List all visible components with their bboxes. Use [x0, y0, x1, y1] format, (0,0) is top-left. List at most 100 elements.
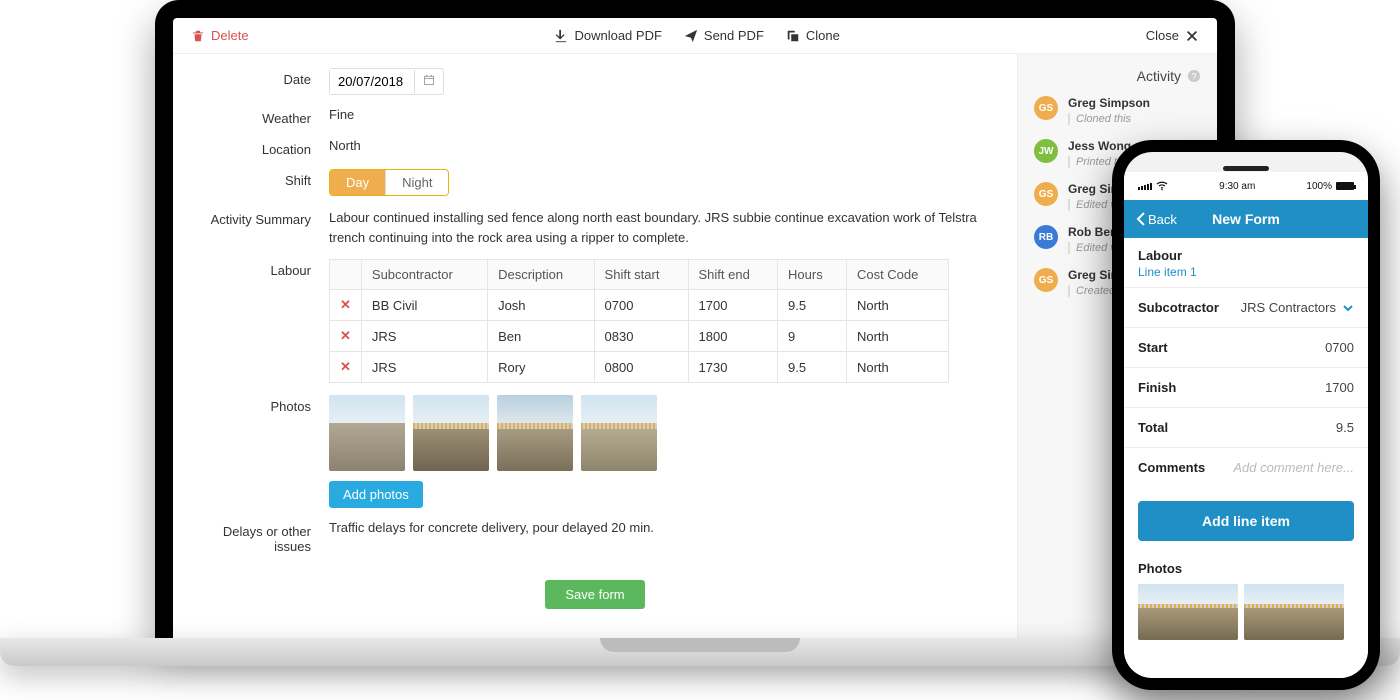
- start-value: 0700: [1325, 340, 1354, 355]
- labour-cell: JRS: [361, 352, 487, 383]
- labour-cell: North: [846, 290, 948, 321]
- close-button[interactable]: Close: [1146, 28, 1199, 43]
- signal-icon: [1138, 183, 1152, 190]
- total-row[interactable]: Total 9.5: [1124, 407, 1368, 447]
- subcontractor-row[interactable]: Subcotractor JRS Contractors: [1124, 287, 1368, 327]
- labour-cell: North: [846, 321, 948, 352]
- total-label: Total: [1138, 420, 1168, 435]
- delete-row-icon[interactable]: ✕: [330, 352, 362, 383]
- labour-header: Subcontractor: [361, 260, 487, 290]
- trash-icon: [191, 29, 205, 43]
- activity-title-label: Activity: [1137, 68, 1181, 84]
- add-photos-button[interactable]: Add photos: [329, 481, 423, 508]
- labour-cell: Josh: [488, 290, 594, 321]
- date-input[interactable]: [329, 68, 444, 95]
- activity-user-name: Jess Wong: [1068, 139, 1131, 153]
- phone-title: New Form: [1212, 211, 1280, 227]
- clone-label: Clone: [806, 28, 840, 43]
- laptop-notch: [600, 638, 800, 652]
- subcontractor-value: JRS Contractors: [1241, 300, 1336, 315]
- labour-table: SubcontractorDescriptionShift startShift…: [329, 259, 949, 383]
- phone-frame: 9:30 am 100% Back New Form Labour Line i…: [1112, 140, 1380, 690]
- delete-row-icon[interactable]: ✕: [330, 321, 362, 352]
- delete-row-icon[interactable]: ✕: [330, 290, 362, 321]
- labour-header: Cost Code: [846, 260, 948, 290]
- comments-label: Comments: [1138, 460, 1205, 475]
- activity-item: GS Greg Simpson Cloned this: [1034, 96, 1201, 125]
- labour-cell: BB Civil: [361, 290, 487, 321]
- avatar: GS: [1034, 182, 1058, 206]
- delays-label: Delays or other issues: [199, 520, 329, 554]
- svg-text:?: ?: [1192, 72, 1197, 82]
- phone-photo-thumb[interactable]: [1244, 584, 1344, 640]
- labour-cell: 1700: [688, 290, 778, 321]
- activity-summary-value: Labour continued installing sed fence al…: [329, 208, 991, 247]
- labour-cell: North: [846, 352, 948, 383]
- labour-cell: 9.5: [778, 290, 847, 321]
- clone-button[interactable]: Clone: [786, 28, 840, 43]
- labour-header: Shift start: [594, 260, 688, 290]
- labour-cell: 9.5: [778, 352, 847, 383]
- form-pane: Date Weather Fine Loca: [173, 54, 1017, 640]
- photo-thumb[interactable]: [497, 395, 573, 471]
- delete-button[interactable]: Delete: [191, 28, 249, 43]
- finish-row[interactable]: Finish 1700: [1124, 367, 1368, 407]
- delays-value: Traffic delays for concrete delivery, po…: [329, 520, 991, 535]
- activity-summary-label: Activity Summary: [199, 208, 329, 227]
- avatar: GS: [1034, 96, 1058, 120]
- back-button[interactable]: Back: [1136, 212, 1177, 227]
- phone-screen: 9:30 am 100% Back New Form Labour Line i…: [1124, 152, 1368, 678]
- phone-status-bar: 9:30 am 100%: [1124, 172, 1368, 200]
- labour-label: Labour: [199, 259, 329, 278]
- activity-user-name: Greg Simpson: [1068, 96, 1150, 110]
- save-form-button[interactable]: Save form: [545, 580, 644, 609]
- clone-icon: [786, 29, 800, 43]
- location-value: North: [329, 138, 991, 153]
- start-row[interactable]: Start 0700: [1124, 327, 1368, 367]
- photo-thumb[interactable]: [581, 395, 657, 471]
- wifi-icon: [1156, 181, 1168, 191]
- send-icon: [684, 29, 698, 43]
- labour-cell: 0700: [594, 290, 688, 321]
- labour-header: Description: [488, 260, 594, 290]
- avatar: JW: [1034, 139, 1058, 163]
- labour-cell: 0830: [594, 321, 688, 352]
- download-icon: [554, 29, 568, 43]
- table-row: ✕JRSBen083018009North: [330, 321, 949, 352]
- labour-cell: 0800: [594, 352, 688, 383]
- activity-action: Cloned this: [1068, 113, 1150, 125]
- laptop-screen: Delete Download PDF Send PDF Clone: [173, 18, 1217, 640]
- comments-row[interactable]: Comments Add comment here...: [1124, 447, 1368, 487]
- subcontractor-label: Subcotractor: [1138, 300, 1219, 315]
- weather-value: Fine: [329, 107, 991, 122]
- shift-toggle: Day Night: [329, 169, 449, 196]
- calendar-icon[interactable]: [414, 70, 443, 93]
- shift-night-option[interactable]: Night: [385, 170, 448, 195]
- help-icon[interactable]: ?: [1187, 69, 1201, 83]
- delete-label: Delete: [211, 28, 249, 43]
- status-time: 9:30 am: [1219, 181, 1255, 192]
- shift-day-option[interactable]: Day: [330, 170, 385, 195]
- phone-section-subtitle: Line item 1: [1124, 265, 1368, 287]
- shift-label: Shift: [199, 169, 329, 188]
- start-label: Start: [1138, 340, 1168, 355]
- download-pdf-button[interactable]: Download PDF: [554, 28, 661, 43]
- photo-thumb[interactable]: [413, 395, 489, 471]
- labour-header: Shift end: [688, 260, 778, 290]
- phone-photo-thumb[interactable]: [1138, 584, 1238, 640]
- close-icon: [1185, 29, 1199, 43]
- chevron-left-icon: [1136, 212, 1146, 226]
- avatar: RB: [1034, 225, 1058, 249]
- date-field[interactable]: [330, 69, 414, 94]
- labour-cell: Rory: [488, 352, 594, 383]
- finish-label: Finish: [1138, 380, 1176, 395]
- add-line-item-button[interactable]: Add line item: [1138, 501, 1354, 541]
- table-row: ✕BB CivilJosh070017009.5North: [330, 290, 949, 321]
- labour-cell: 1800: [688, 321, 778, 352]
- chevron-down-icon: [1342, 302, 1354, 314]
- comments-placeholder: Add comment here...: [1233, 460, 1354, 475]
- photo-thumb[interactable]: [329, 395, 405, 471]
- send-pdf-button[interactable]: Send PDF: [684, 28, 764, 43]
- table-row: ✕JRSRory080017309.5North: [330, 352, 949, 383]
- back-label: Back: [1148, 212, 1177, 227]
